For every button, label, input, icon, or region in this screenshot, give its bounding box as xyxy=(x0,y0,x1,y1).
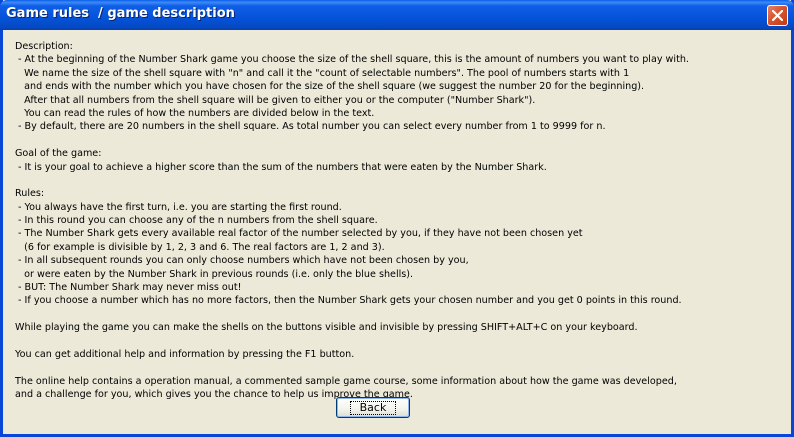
text-line: You can read the rules of how the number… xyxy=(15,107,375,119)
text-line: Description: xyxy=(15,41,73,52)
text-line: You can get additional help and informat… xyxy=(15,348,355,360)
text-line: - It is your goal to achieve a higher sc… xyxy=(15,161,547,173)
window-title: Game rules / game description xyxy=(6,6,235,21)
text-line: The online help contains a operation man… xyxy=(15,375,677,387)
text-line: - If you choose a number which has no mo… xyxy=(15,295,682,307)
back-button[interactable]: Back xyxy=(336,397,410,418)
back-button-label: Back xyxy=(349,400,397,415)
text-line: Goal of the game: xyxy=(15,148,102,160)
text-line: While playing the game you can make the … xyxy=(15,322,638,334)
text-line: - BUT: The Number Shark may never miss o… xyxy=(15,282,242,294)
text-line: or were eaten by the Number Shark in pre… xyxy=(15,268,414,280)
text-line: - At the beginning of the Number Shark g… xyxy=(15,54,689,66)
close-icon xyxy=(772,10,783,21)
text-line: - The Number Shark gets every available … xyxy=(15,228,583,240)
text-line: - By default, there are 20 numbers in th… xyxy=(15,121,606,133)
text-line: We name the size of the shell square wit… xyxy=(15,67,630,79)
text-line: and ends with the number which you have … xyxy=(15,81,645,93)
rules-text: Description: - At the beginning of the N… xyxy=(15,40,785,402)
rules-dialog: Game rules / game description Descriptio… xyxy=(0,0,794,437)
text-line: Rules: xyxy=(15,188,45,200)
close-button[interactable] xyxy=(767,5,788,26)
text-line: After that all numbers from the shell sq… xyxy=(15,94,536,106)
text-line: - You always have the first turn, i.e. y… xyxy=(15,201,342,213)
title-bar[interactable]: Game rules / game description xyxy=(0,0,794,30)
text-line: - In all subsequent rounds you can only … xyxy=(15,255,469,267)
text-line: - In this round you can choose any of th… xyxy=(15,215,378,227)
text-line: (6 for example is divisible by 1, 2, 3 a… xyxy=(15,241,385,253)
